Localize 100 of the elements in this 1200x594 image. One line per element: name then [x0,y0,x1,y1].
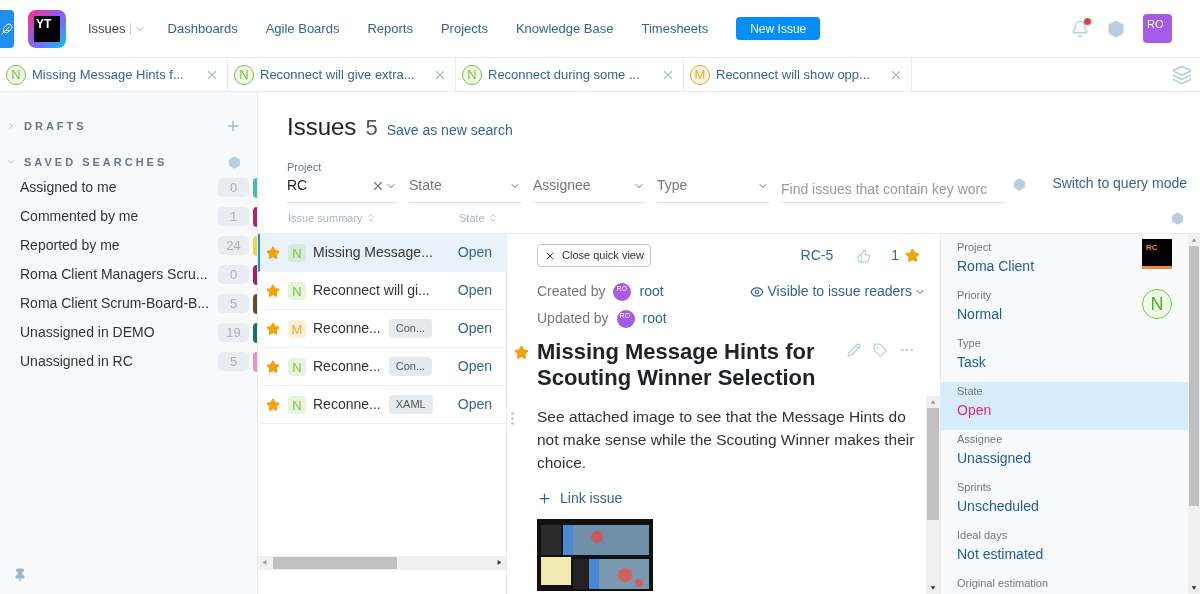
scroll-arrow-icon[interactable] [1191,585,1197,591]
field-value: Unscheduled [957,496,1039,516]
priority-badge: M [288,320,306,338]
nav-link[interactable]: Timesheets [641,18,709,39]
issue-row[interactable]: N Reconne... Con... Open [258,348,506,386]
field-row[interactable]: Type Task [941,334,1188,382]
settings-icon[interactable] [1013,178,1026,191]
field-row[interactable]: State Open [941,382,1188,430]
search-field[interactable]: Find issues that contain key worc [781,159,1005,203]
horizontal-scrollbar[interactable] [258,556,506,570]
field-row[interactable]: Ideal days Not estimated [941,526,1188,574]
filter-dropdown[interactable]: Type [657,159,769,203]
feather-icon[interactable] [0,9,14,48]
issue-row[interactable]: N Missing Message... Open [258,234,506,272]
priority-badge: N [234,64,254,85]
close-quick-view-button[interactable]: Close quick view [537,244,651,267]
scroll-arrow-icon[interactable] [497,560,503,566]
eye-icon[interactable] [749,284,764,299]
saved-search-item[interactable]: Roma Client Scrum-Board-B... 5 [0,289,257,318]
expand-icon[interactable] [6,121,16,131]
field-row[interactable]: Project Roma Client RC [941,238,1188,286]
star-icon[interactable] [266,321,280,336]
nav-link[interactable]: Knowledge Base [515,18,614,39]
thumbs-up-icon[interactable] [857,248,872,263]
link-issue-link[interactable]: Link issue [537,488,623,509]
count-badge: 5 [218,352,249,371]
resize-handle[interactable] [511,412,514,425]
edit-icon[interactable] [847,343,861,357]
priority-badge: N [462,64,482,85]
star-icon[interactable] [266,283,280,298]
filter-dropdown[interactable]: Assignee [533,159,645,203]
star-icon[interactable] [266,245,280,260]
issue-row[interactable]: N Reconne... XAML Open [258,386,506,424]
vertical-scrollbar[interactable] [926,396,940,594]
issue-row[interactable]: M Reconne... Con... Open [258,310,506,348]
star-icon[interactable] [266,359,280,374]
vertical-scrollbar[interactable] [1188,234,1200,594]
settings-icon[interactable] [1107,19,1125,38]
settings-icon[interactable] [228,155,241,169]
saved-search-item[interactable]: Reported by me 24 [0,231,257,260]
count-badge: 19 [218,323,249,342]
saved-search-item[interactable]: Unassigned in RC 5 [0,347,257,376]
star-icon[interactable] [514,345,529,360]
issue-tab[interactable]: N Missing Message Hints f... [0,58,228,91]
field-label: Project [957,240,993,255]
nav-link[interactable]: Projects [440,18,488,39]
pin-icon[interactable] [13,568,27,582]
section-heading: SAVED SEARCHES [24,154,168,170]
star-icon[interactable] [266,397,280,412]
issue-row[interactable]: N Reconnect will gi... Open [258,272,506,310]
saved-search-item[interactable]: Roma Client Managers Scru... 0 [0,260,257,289]
saved-search-item[interactable]: Unassigned in DEMO 19 [0,318,257,347]
issue-tab[interactable]: N Reconnect during some ... [456,58,684,91]
field-label: Assignee [957,432,1004,447]
user-link[interactable]: root [639,281,664,302]
field-label: Original estimation [957,576,1049,591]
layers-icon[interactable] [1172,64,1192,85]
field-row[interactable]: Priority Normal N [941,286,1188,334]
issue-state: Open [457,281,492,300]
issue-summary: Reconne... [313,319,381,338]
save-search-link[interactable]: Save as new search [386,120,513,141]
field-row[interactable]: Sprints Unscheduled [941,478,1188,526]
saved-search-item[interactable]: Assigned to me 0 [0,173,257,202]
user-avatar[interactable]: RO [1143,14,1172,43]
issue-tab[interactable]: M Reconnect will show opp... [684,58,912,91]
scroll-arrow-icon[interactable] [930,585,936,591]
field-row[interactable]: Original estimation [941,574,1188,594]
user-link[interactable]: root [642,308,667,329]
nav-link[interactable]: Issues [88,18,126,39]
count-badge: 24 [218,236,249,255]
field-row[interactable]: Assignee Unassigned [941,430,1188,478]
filter-dropdown[interactable]: Project RC [287,159,397,203]
dropdown-icon[interactable] [129,22,146,35]
issue-tab[interactable]: N Reconnect will give extra... [228,58,456,91]
notifications-icon[interactable] [1071,19,1089,38]
saved-search-item[interactable]: Commented by me 1 [0,202,257,231]
sort-icon[interactable] [487,213,498,223]
expand-icon[interactable] [6,157,16,167]
issue-id[interactable]: RC-5 [800,245,834,266]
tag-icon[interactable] [873,343,887,357]
nav-link[interactable]: Reports [367,18,413,39]
issue-title: Missing Message Hints for Scouting Winner Selection [537,339,817,391]
star-icon[interactable] [905,248,920,263]
filter-dropdown[interactable]: State [409,159,521,203]
issue-state: Open [457,243,492,262]
query-mode-link[interactable]: Switch to query mode [1052,173,1187,194]
settings-icon[interactable] [1171,211,1184,225]
field-value: Open [957,400,992,420]
visibility-link[interactable]: Visible to issue readers [749,281,926,302]
nav-link[interactable]: Dashboards [167,18,238,39]
issue-summary: Reconne... [313,357,381,376]
plus-icon[interactable] [537,491,552,506]
add-icon[interactable] [225,118,241,134]
field-value: Not estimated [957,544,1044,564]
priority-badge: N [6,64,26,85]
new-issue-button[interactable]: New Issue [736,17,821,40]
app-logo[interactable]: YT [28,9,66,48]
sort-icon[interactable] [365,213,376,223]
priority-badge: N [288,358,306,376]
nav-link[interactable]: Agile Boards [265,18,340,39]
